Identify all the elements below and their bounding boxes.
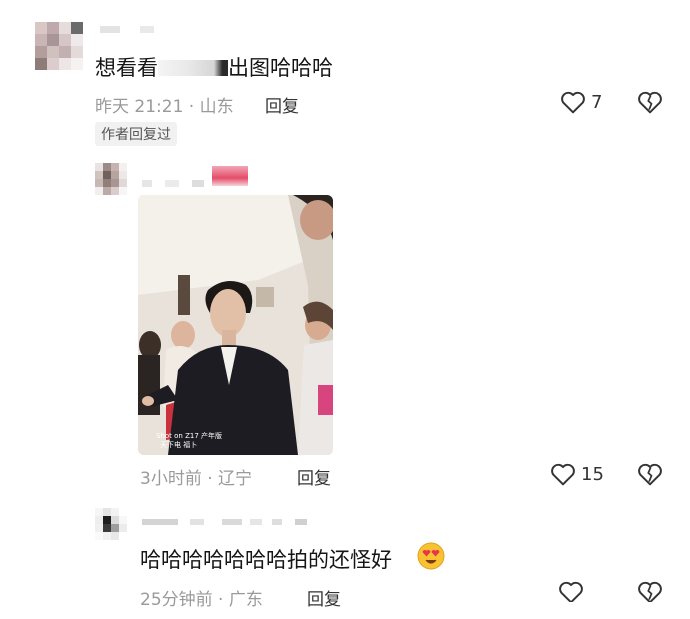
redacted-pink (212, 166, 248, 186)
dislike-button[interactable] (637, 462, 663, 486)
broken-heart-icon (638, 463, 662, 486)
comment-meta: 25分钟前 · 广东 (140, 590, 263, 610)
dislike-button[interactable] (637, 580, 663, 602)
comment-meta: 昨天 21:21 · 山东 (95, 97, 234, 117)
reply-button[interactable]: 回复 (307, 585, 341, 610)
heart-outline-icon (551, 463, 575, 486)
like-button[interactable] (558, 580, 608, 602)
redacted-name (158, 60, 228, 76)
heart-eyes-emoji-icon (417, 542, 445, 570)
comment-text-start: 想看看 (95, 56, 158, 80)
photo-illustration: Shot on Z17 产年版 天下电 福卜 (138, 195, 333, 455)
comment-text: 想看看 出图哈哈哈 (95, 52, 333, 82)
like-button[interactable] (560, 90, 586, 114)
avatar[interactable] (95, 163, 127, 195)
comment-meta: 3小时前 · 辽宁 (140, 469, 253, 489)
photo-caption-1: Shot on Z17 产年版 (156, 431, 222, 440)
reply-photo[interactable]: Shot on Z17 产年版 天下电 福卜 (138, 195, 333, 455)
dislike-button[interactable] (637, 90, 663, 114)
broken-heart-icon (638, 581, 662, 602)
broken-heart-icon (638, 91, 662, 114)
heart-outline-icon (561, 91, 585, 114)
photo-caption-2: 天下电 福卜 (160, 440, 197, 449)
like-count: 15 (581, 464, 604, 485)
heart-outline-icon (559, 581, 583, 602)
like-button[interactable] (550, 462, 576, 486)
reply-button[interactable]: 回复 (265, 92, 299, 117)
avatar[interactable] (35, 22, 83, 70)
author-replied-badge: 作者回复过 (95, 122, 177, 146)
like-count: 7 (591, 92, 603, 113)
avatar[interactable] (95, 508, 127, 540)
reply-button[interactable]: 回复 (297, 464, 331, 489)
comment-text-end: 出图哈哈哈 (228, 56, 333, 80)
comment-body: 哈哈哈哈哈哈哈拍的还怪好 (140, 548, 392, 572)
comment-text: 哈哈哈哈哈哈哈拍的还怪好 (140, 544, 392, 574)
